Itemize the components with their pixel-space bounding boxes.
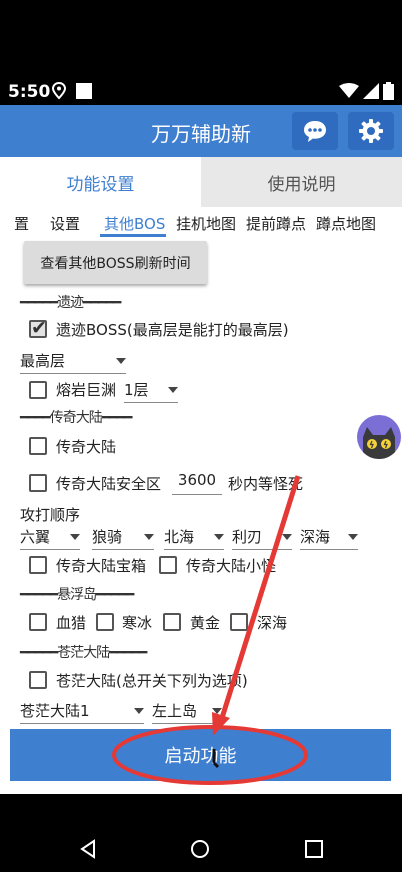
vast-land-map-select[interactable]: 苍茫大陆1: [20, 700, 144, 724]
legend-safe-zone-checkbox[interactable]: [29, 474, 47, 492]
navigation-bar: [0, 794, 402, 872]
legend-minion-label: 传奇大陆小怪: [186, 557, 277, 575]
sub-tab-early-camp[interactable]: 提前蹲点: [246, 213, 306, 234]
attack-order-value-1: 六翼: [20, 528, 51, 546]
relic-floor-value: 最高层: [20, 352, 66, 370]
lava-floor-value: 1层: [124, 381, 149, 399]
section-vast-land: ━━━━━苍茫大陆━━━━━: [20, 645, 147, 661]
legend-treasure-checkbox[interactable]: [29, 556, 47, 574]
deep-sea-label: 深海: [257, 614, 288, 632]
vast-land-point-value: 左上岛: [152, 702, 198, 720]
section-floating-island: ━━━━━悬浮岛━━━━━: [20, 587, 134, 603]
chat-icon: [304, 121, 326, 142]
gear-icon: [359, 119, 383, 143]
settings-button[interactable]: [348, 112, 394, 150]
relic-floor-select[interactable]: 最高层: [20, 350, 126, 374]
chevron-down-icon: [212, 708, 222, 714]
chevron-down-icon: [214, 534, 224, 540]
sub-tab-camp-map[interactable]: 蹲点地图: [316, 213, 376, 234]
attack-order-select-1[interactable]: 六翼: [20, 526, 80, 550]
attack-order-select-4[interactable]: 利刃: [232, 526, 292, 550]
chevron-down-icon: [144, 534, 154, 540]
system-icons: [339, 82, 394, 100]
status-bar: 5:50: [0, 0, 402, 105]
chevron-down-icon: [116, 358, 126, 364]
attack-order-value-3: 北海: [164, 528, 195, 546]
chevron-down-icon: [168, 387, 178, 393]
deep-sea-checkbox[interactable]: [230, 613, 248, 631]
home-icon[interactable]: [190, 839, 210, 859]
signal-icon: [363, 83, 379, 99]
app-bar: 万万辅助新: [0, 105, 402, 157]
app-title: 万万辅助新: [151, 122, 251, 146]
chevron-down-icon: [70, 534, 80, 540]
lava-abyss-checkbox[interactable]: [29, 381, 47, 399]
relic-boss-checkbox[interactable]: [29, 317, 47, 339]
sub-tabs: 置 设置 其他BOS 挂机地图 提前蹲点 蹲点地图: [0, 207, 402, 237]
chevron-down-icon: [282, 534, 292, 540]
attack-order-value-2: 狼骑: [92, 528, 123, 546]
chevron-down-icon: [134, 708, 144, 714]
chevron-down-icon: [348, 534, 358, 540]
attack-order-select-2[interactable]: 狼骑: [92, 526, 154, 550]
vast-land-checkbox[interactable]: [29, 671, 47, 689]
top-tabs: 功能设置 使用说明: [0, 157, 402, 207]
gold-label: 黄金: [190, 614, 221, 632]
legend-land-label: 传奇大陆: [56, 438, 117, 456]
gold-checkbox[interactable]: [163, 613, 181, 631]
vast-land-label: 苍茫大陆(总开关下列为选项): [56, 672, 248, 690]
lava-abyss-label: 熔岩巨渊: [56, 381, 117, 399]
attack-order-value-5: 深海: [300, 528, 331, 546]
tab-function-settings[interactable]: 功能设置: [0, 157, 201, 207]
cat-icon: [363, 427, 395, 459]
vast-land-map-value: 苍茫大陆1: [20, 702, 90, 720]
wait-seconds-suffix: 秒内等怪死: [228, 475, 304, 493]
legend-safe-zone-label: 传奇大陆安全区: [56, 475, 162, 493]
blood-hunter-checkbox[interactable]: [29, 613, 47, 631]
legend-land-checkbox[interactable]: [29, 437, 47, 455]
attack-order-value-4: 利刃: [232, 528, 263, 546]
notification-icon: [76, 83, 92, 99]
wifi-icon: [339, 83, 359, 98]
start-function-button[interactable]: 启动功能: [10, 729, 391, 781]
chat-button[interactable]: [292, 112, 338, 150]
sub-tab-other-boss[interactable]: 其他BOS: [104, 213, 165, 234]
recents-icon[interactable]: [304, 839, 324, 859]
floating-cat-avatar[interactable]: [357, 415, 401, 459]
sub-tab-partial[interactable]: 置: [14, 213, 29, 234]
back-icon[interactable]: [78, 839, 98, 859]
ice-label: 寒冰: [122, 614, 153, 632]
main-content: 功能设置 使用说明 置 设置 其他BOS 挂机地图 提前蹲点 蹲点地图 查看其他…: [0, 157, 402, 794]
sub-tab-settings[interactable]: 设置: [50, 213, 80, 234]
location-icon: [52, 82, 66, 100]
ice-checkbox[interactable]: [96, 613, 114, 631]
attack-order-select-5[interactable]: 深海: [300, 526, 358, 550]
battery-icon: [383, 82, 394, 100]
check-boss-refresh-button[interactable]: 查看其他BOSS刷新时间: [24, 241, 207, 284]
relic-boss-label: 遗迹BOSS(最高层是能打的最高层): [56, 321, 289, 339]
wait-seconds-input[interactable]: 3600: [172, 471, 222, 495]
section-legend-land: ━━━━传奇大陆━━━━: [20, 410, 132, 426]
legend-minion-checkbox[interactable]: [159, 556, 177, 574]
blood-hunter-label: 血猎: [56, 614, 87, 632]
attack-order-select-3[interactable]: 北海: [164, 526, 224, 550]
lava-floor-select[interactable]: 1层: [124, 379, 178, 403]
legend-treasure-label: 传奇大陆宝箱: [56, 557, 147, 575]
tab-instructions[interactable]: 使用说明: [201, 157, 402, 207]
sub-tab-idle-map[interactable]: 挂机地图: [176, 213, 236, 234]
status-time: 5:50: [8, 82, 51, 102]
attack-order-label: 攻打顺序: [20, 506, 81, 524]
section-relic: ━━━━━遗迹━━━━━: [20, 295, 121, 311]
active-tab-indicator: [100, 234, 166, 237]
vast-land-point-select[interactable]: 左上岛: [152, 700, 222, 724]
